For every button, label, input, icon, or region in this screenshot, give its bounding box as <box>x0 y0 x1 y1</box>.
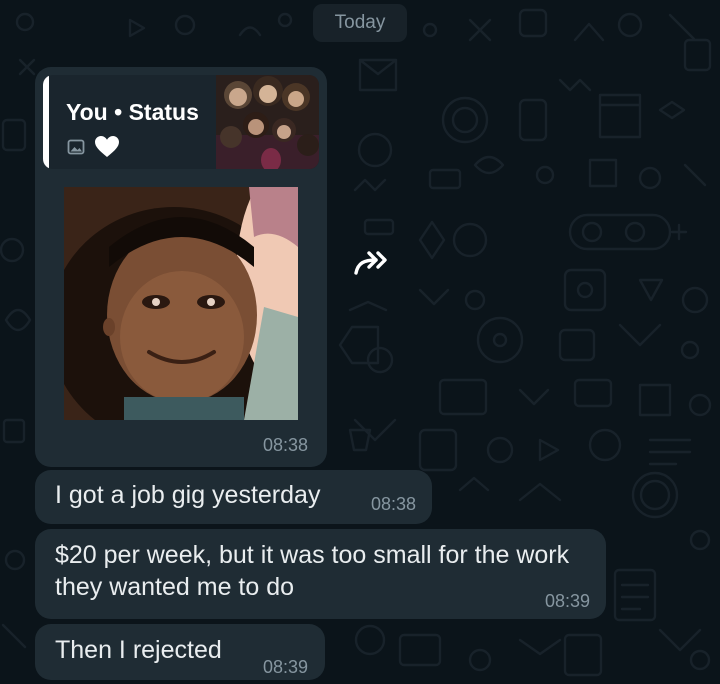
message-text: Then I rejected <box>55 636 222 664</box>
message-time: 08:38 <box>370 494 416 514</box>
message-bubble[interactable]: Then I rejected 08:39 <box>35 624 325 680</box>
heart-icon <box>95 136 119 157</box>
image-icon <box>67 139 85 155</box>
message-time: 08:38 <box>262 435 308 455</box>
quoted-status-icons <box>66 135 120 159</box>
forward-arrow-icon[interactable] <box>352 246 396 282</box>
status-photo[interactable] <box>64 187 298 420</box>
quoted-status[interactable]: You • Status <box>43 75 319 169</box>
message-text: $20 per week, but it was too small for t… <box>55 541 570 601</box>
status-reply-bubble[interactable]: You • Status 08:38 <box>35 67 327 467</box>
message-bubble[interactable]: I got a job gig yesterday 08:38 <box>35 470 432 524</box>
message-time: 08:39 <box>544 591 590 611</box>
date-divider: Today <box>313 4 407 42</box>
status-thumbnail <box>216 75 319 169</box>
quoted-status-title: You • Status <box>66 99 199 125</box>
message-time: 08:39 <box>262 657 308 677</box>
message-bubble[interactable]: $20 per week, but it was too small for t… <box>35 529 606 619</box>
message-text: I got a job gig yesterday <box>55 481 321 509</box>
quote-accent-bar <box>43 75 49 169</box>
